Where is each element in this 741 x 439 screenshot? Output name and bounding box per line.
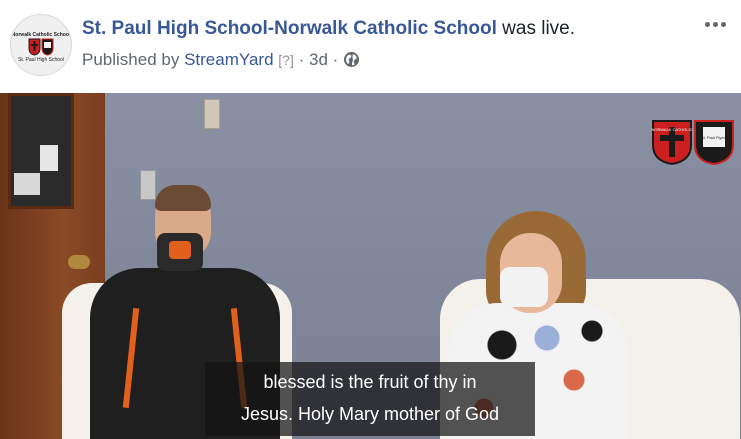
globe-icon[interactable] [343,51,360,73]
video-door-paper [14,173,40,195]
post-title: St. Paul High School-Norwalk Catholic Sc… [82,18,575,40]
svg-text:NORWALK CATHOLIC: NORWALK CATHOLIC [651,127,692,132]
video-woman-mask [500,267,548,307]
more-options-icon [704,22,710,27]
school-shields-icon: NORWALK CATHOLIC St. Paul Flyers [651,120,734,166]
more-options-button[interactable] [701,14,729,34]
school-shields-icon [28,38,54,56]
live-video-player[interactable]: NORWALK CATHOLIC St. Paul Flyers blessed… [0,93,741,439]
avatar-bottom-text: St. Paul High School [18,57,64,63]
help-marker[interactable]: [?] [278,52,294,68]
page-name-link[interactable]: St. Paul High School-Norwalk Catholic Sc… [82,18,497,39]
post-age-link[interactable]: 3d [309,50,328,69]
video-caption: blessed is the fruit of thy in Jesus. Ho… [205,362,535,436]
video-man-mask [157,233,203,271]
live-status-text: was live. [502,18,576,39]
post-meta: Published by StreamYard [?] · 3d · [82,50,360,73]
published-by-label: Published by [82,50,180,69]
video-man-hair [155,185,211,211]
video-thermostat [204,99,220,129]
svg-text:St. Paul Flyers: St. Paul Flyers [701,135,727,140]
video-light-switch [140,170,156,200]
video-doorknob [68,255,90,269]
post-header: Norwalk Catholic School St. Paul High Sc… [0,0,741,93]
video-door-paper [40,145,58,171]
meta-separator: · [332,50,339,69]
publisher-link[interactable]: StreamYard [184,50,273,69]
page-avatar[interactable]: Norwalk Catholic School St. Paul High Sc… [10,14,72,76]
meta-separator: · [298,50,305,69]
caption-line-2: Jesus. Holy Mary mother of God [240,404,500,424]
caption-line-1: blessed is the fruit of thy in [263,372,477,392]
video-school-logo-watermark: NORWALK CATHOLIC St. Paul Flyers [651,119,735,170]
